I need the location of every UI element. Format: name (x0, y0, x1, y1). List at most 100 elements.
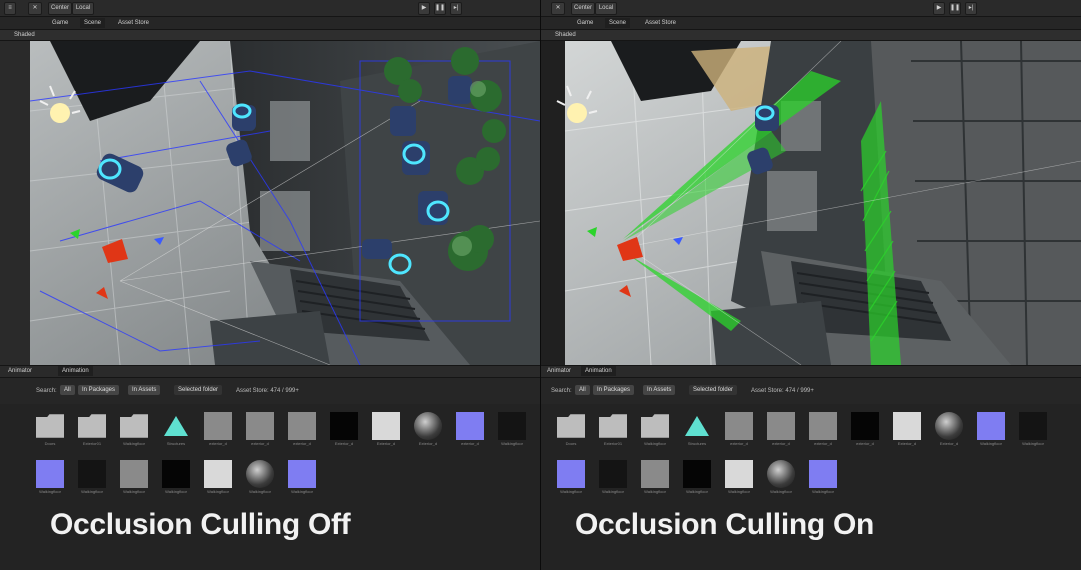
step-icon[interactable]: ▸| (965, 2, 977, 15)
asset-item[interactable]: Walkingfloor (725, 460, 753, 494)
play-icon[interactable]: ▶ (933, 2, 945, 15)
pause-icon[interactable]: ❚❚ (434, 2, 446, 15)
scene-view[interactable] (0, 41, 540, 365)
asset-item[interactable]: Walkingfloor (120, 412, 148, 446)
asset-item[interactable]: Structures (683, 412, 711, 446)
folder-icon (78, 414, 106, 438)
asset-item[interactable]: Walkingfloor (767, 460, 795, 494)
search-scope-folder[interactable]: Selected folder (174, 385, 223, 395)
asset-item[interactable]: exterior_d (851, 412, 879, 446)
asset-label: Exterior01 (603, 441, 623, 446)
editor-toolbar: ≡ ✕ Center Local ▶ ❚❚ ▸| (0, 0, 540, 17)
asset-item[interactable]: Walkingfloor (36, 460, 64, 494)
asset-thumbnail (288, 412, 316, 440)
search-scope-all[interactable]: All (60, 385, 75, 395)
tab-animation[interactable]: Animation (581, 366, 616, 376)
tab-scene[interactable]: Scene (80, 18, 106, 28)
asset-label: Walkingfloor (249, 489, 271, 494)
asset-thumbnail (809, 412, 837, 440)
asset-label: Walkingfloor (770, 489, 792, 494)
asset-item[interactable]: Walkingfloor (246, 460, 274, 494)
scene-view[interactable] (541, 41, 1081, 365)
collab-icon[interactable]: ✕ (28, 2, 42, 15)
shading-mode-dropdown[interactable]: Shaded (555, 31, 576, 39)
asset-item[interactable]: Walkingfloor (288, 460, 316, 494)
asset-item[interactable]: Exterior01 (599, 412, 627, 446)
asset-item[interactable]: Doors (557, 412, 585, 446)
tab-animation[interactable]: Animation (58, 366, 93, 376)
asset-item[interactable]: Exterior_d (372, 412, 400, 446)
play-icon[interactable]: ▶ (418, 2, 430, 15)
tab-animator[interactable]: Animator (543, 366, 575, 376)
asset-item[interactable]: exterior_d (204, 412, 232, 446)
search-scope-assets[interactable]: In Assets (128, 385, 161, 395)
asset-item[interactable]: exterior_d (246, 412, 274, 446)
asset-item[interactable]: Doors (36, 412, 64, 446)
asset-item[interactable]: exterior_d (725, 412, 753, 446)
pause-icon[interactable]: ❚❚ (949, 2, 961, 15)
asset-store-count[interactable]: Asset Store: 474 / 999+ (751, 387, 814, 395)
search-scope-packages[interactable]: In Packages (78, 385, 120, 395)
asset-item[interactable]: Walkingfloor (78, 460, 106, 494)
asset-thumbnail (1019, 412, 1047, 440)
asset-item[interactable]: Walkingfloor (977, 412, 1005, 446)
asset-thumbnail (204, 412, 232, 440)
asset-item[interactable]: exterior_d (456, 412, 484, 446)
asset-item[interactable]: Walkingfloor (683, 460, 711, 494)
folder-icon (36, 414, 64, 438)
pivot-center-button[interactable]: Center (48, 2, 72, 15)
search-scope-assets[interactable]: In Assets (643, 385, 676, 395)
pivot-local-button[interactable]: Local (595, 2, 617, 15)
search-scope-all[interactable]: All (575, 385, 590, 395)
asset-item[interactable]: Exterior01 (78, 412, 106, 446)
tab-scene[interactable]: Scene (605, 18, 631, 28)
pivot-center-button[interactable]: Center (571, 2, 595, 15)
asset-label: exterior_d (293, 441, 311, 446)
search-scope-packages[interactable]: In Packages (593, 385, 635, 395)
asset-label: Walkingfloor (291, 489, 313, 494)
asset-label: Walkingfloor (812, 489, 834, 494)
tab-asset-store[interactable]: Asset Store (641, 18, 680, 28)
prefab-icon (683, 412, 711, 440)
asset-item[interactable]: Exterior_d (414, 412, 442, 446)
asset-label: Exterior_d (376, 441, 396, 446)
asset-item[interactable]: exterior_d (767, 412, 795, 446)
pivot-local-button[interactable]: Local (72, 2, 94, 15)
asset-item[interactable]: Walkingfloor (498, 412, 526, 446)
scene-tabbar: Game Scene Asset Store (541, 17, 1081, 30)
hand-tool-icon[interactable]: ≡ (4, 2, 16, 15)
asset-label: exterior_d (251, 441, 269, 446)
asset-thumbnail (767, 460, 795, 488)
asset-item[interactable]: Walkingfloor (120, 460, 148, 494)
scene-tabbar: Game Scene Asset Store (0, 17, 540, 30)
tab-game[interactable]: Game (48, 18, 72, 28)
search-label: Search: (36, 388, 57, 394)
step-icon[interactable]: ▸| (450, 2, 462, 15)
asset-item[interactable]: exterior_d (288, 412, 316, 446)
asset-item[interactable]: Exterior_d (330, 412, 358, 446)
tab-animator[interactable]: Animator (4, 366, 36, 376)
asset-item[interactable]: Walkingfloor (1019, 412, 1047, 446)
asset-item[interactable]: Walkingfloor (641, 412, 669, 446)
asset-item[interactable]: Walkingfloor (599, 460, 627, 494)
project-search-row: Search: All In Packages In Assets Select… (0, 378, 540, 404)
asset-item[interactable]: exterior_d (809, 412, 837, 446)
asset-item[interactable]: Walkingfloor (809, 460, 837, 494)
tab-game[interactable]: Game (573, 18, 597, 28)
asset-label: exterior_d (461, 441, 479, 446)
asset-item[interactable]: Walkingfloor (162, 460, 190, 494)
asset-item[interactable]: Structures (162, 412, 190, 446)
asset-thumbnail (78, 460, 106, 488)
asset-store-count[interactable]: Asset Store: 474 / 999+ (236, 387, 299, 395)
asset-thumbnail (372, 412, 400, 440)
tab-asset-store[interactable]: Asset Store (114, 18, 153, 28)
search-scope-folder[interactable]: Selected folder (689, 385, 738, 395)
shading-mode-dropdown[interactable]: Shaded (14, 31, 35, 39)
asset-item[interactable]: Walkingfloor (204, 460, 232, 494)
asset-item[interactable]: Exterior_d (893, 412, 921, 446)
editor-toolbar: ✕ Center Local ▶ ❚❚ ▸| (541, 0, 1081, 17)
asset-item[interactable]: Walkingfloor (641, 460, 669, 494)
asset-item[interactable]: Walkingfloor (557, 460, 585, 494)
asset-item[interactable]: Exterior_d (935, 412, 963, 446)
collab-icon[interactable]: ✕ (551, 2, 565, 15)
